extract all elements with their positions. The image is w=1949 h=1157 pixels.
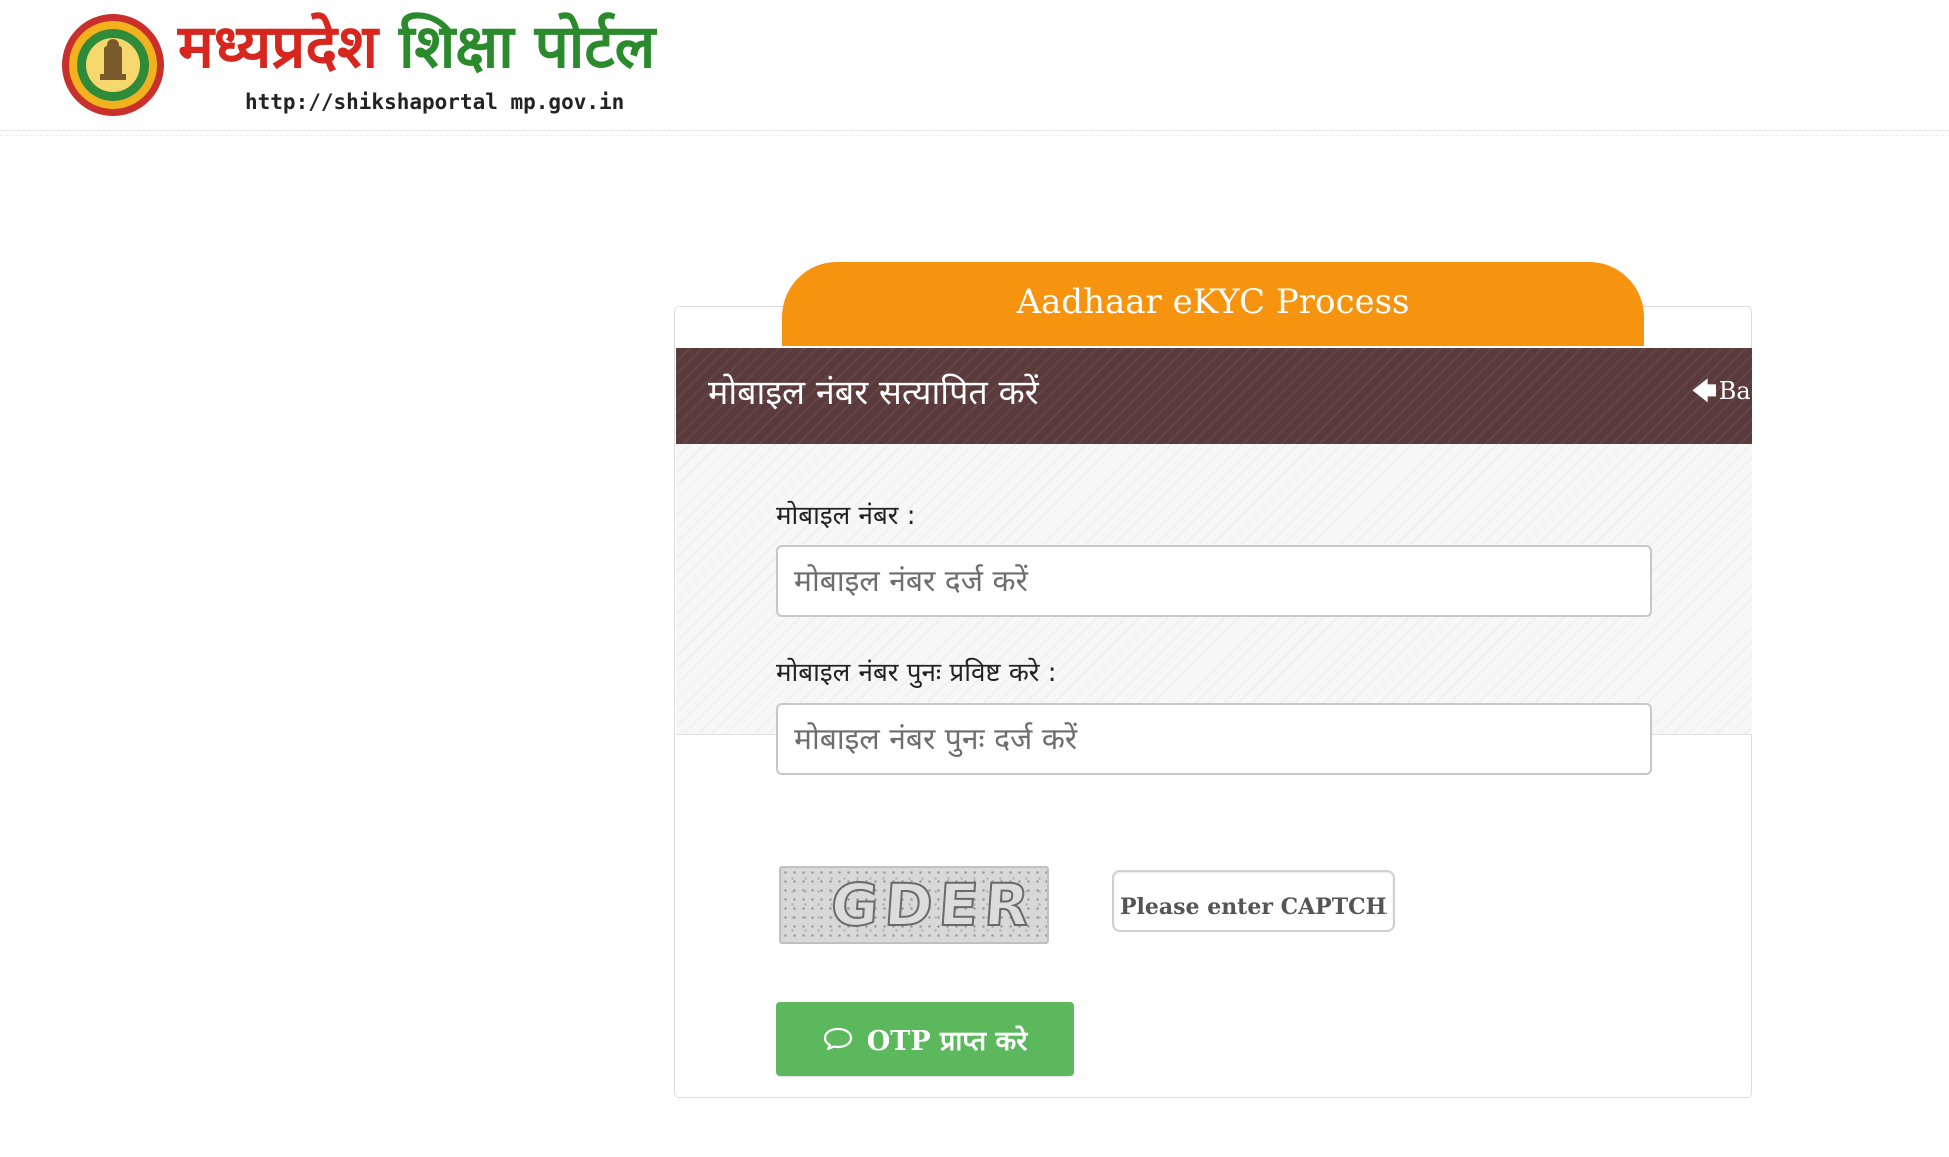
panel-header: मोबाइल नंबर सत्यापित करें 🡄Bac	[676, 348, 1752, 444]
back-link[interactable]: 🡄Bac	[1692, 374, 1752, 415]
get-otp-button[interactable]: OTP प्राप्त करे	[776, 1002, 1074, 1076]
captcha-input[interactable]	[1112, 870, 1395, 932]
captcha-text: GDER	[828, 870, 1039, 940]
mobile-input[interactable]	[776, 545, 1652, 617]
header-divider	[0, 130, 1949, 136]
mobile-confirm-label: मोबाइल नंबर पुनः प्रविष्ट करे :	[776, 658, 1057, 688]
mobile-label: मोबाइल नंबर :	[776, 501, 916, 531]
get-otp-label: OTP प्राप्त करे	[866, 1025, 1028, 1057]
back-link-label: Bac	[1718, 377, 1752, 405]
portal-logo-title: मध्यप्रदेश शिक्षा पोर्टल	[178, 2, 655, 92]
mobile-confirm-input[interactable]	[776, 703, 1652, 775]
arrow-left-icon: 🡄	[1692, 376, 1717, 405]
portal-url: http://shikshaportal mp.gov.in	[245, 90, 625, 114]
logo-title-state: मध्यप्रदेश	[178, 12, 379, 82]
site-header: मध्यप्रदेश शिक्षा पोर्टल http://shikshap…	[0, 0, 1949, 136]
chat-bubble-icon	[823, 1027, 852, 1051]
panel-title: मोबाइल नंबर सत्यापित करें	[708, 373, 1039, 413]
mp-emblem-icon	[62, 14, 164, 116]
ekyc-tab-title: Aadhaar eKYC Process	[1016, 282, 1410, 322]
captcha-image: GDER	[779, 866, 1049, 944]
logo-title-portal: शिक्षा पोर्टल	[398, 12, 656, 82]
